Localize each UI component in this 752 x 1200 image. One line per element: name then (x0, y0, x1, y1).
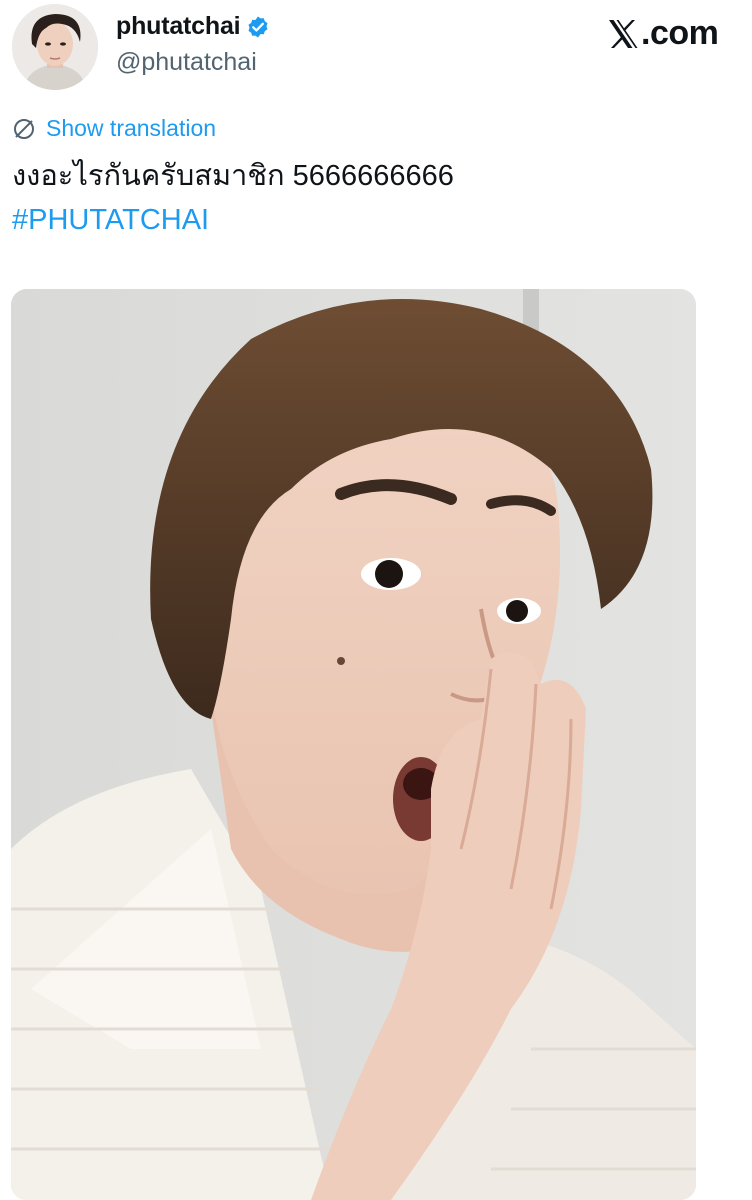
show-translation-button[interactable]: Show translation (12, 115, 216, 142)
avatar[interactable] (12, 4, 98, 90)
show-translation-label: Show translation (46, 115, 217, 141)
author-name-row[interactable]: phutatchai (116, 12, 270, 41)
author-display-name[interactable]: phutatchai (116, 12, 241, 41)
tweet-text: งงอะไรกันครับสมาชิก 5666666666 (12, 160, 454, 192)
selfie-photo (11, 289, 696, 1200)
tweet-photo[interactable] (11, 289, 696, 1200)
x-com-brand: .com (606, 14, 719, 53)
profile-photo (12, 4, 98, 90)
x-logo-icon (606, 17, 640, 51)
author-handle[interactable]: @phutatchai (116, 48, 257, 77)
brand-label: .com (641, 14, 719, 52)
verified-badge-icon (246, 15, 270, 39)
hashtag-link[interactable]: #PHUTATCHAI (12, 200, 209, 240)
translate-globe-icon (12, 117, 36, 141)
